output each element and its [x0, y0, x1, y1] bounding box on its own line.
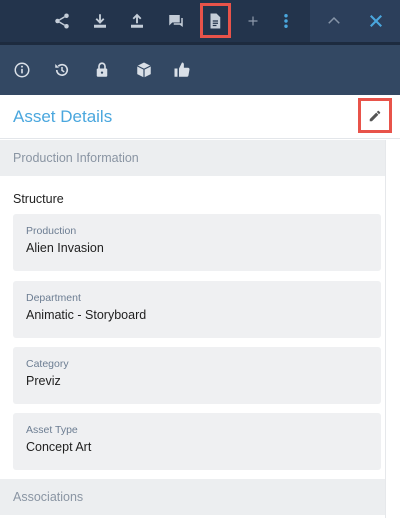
- thumbs-up-icon[interactable]: [172, 60, 192, 80]
- scrollbar-track[interactable]: [385, 140, 400, 518]
- field-production: Production Alien Invasion: [13, 214, 381, 271]
- field-department: Department Animatic - Storyboard: [13, 281, 381, 338]
- document-icon-highlight: [200, 3, 231, 38]
- lock-icon[interactable]: [92, 60, 112, 80]
- upload-icon[interactable]: [127, 11, 147, 31]
- info-icon[interactable]: [12, 60, 32, 80]
- field-value: Animatic - Storyboard: [26, 308, 147, 322]
- plus-icon[interactable]: [243, 11, 263, 31]
- pencil-icon: [369, 110, 381, 121]
- top-toolbar: [0, 0, 400, 45]
- field-asset-type: Asset Type Concept Art: [13, 413, 381, 470]
- field-category: Category Previz: [13, 347, 381, 404]
- page-title: Asset Details: [13, 107, 113, 126]
- package-icon[interactable]: [134, 60, 154, 80]
- section-production-information[interactable]: Production Information: [0, 140, 385, 176]
- structure-title: Structure: [13, 192, 64, 206]
- section-title: Associations: [13, 490, 84, 504]
- field-label: Production: [26, 225, 77, 237]
- download-icon[interactable]: [90, 11, 110, 31]
- field-label: Asset Type: [26, 424, 78, 436]
- share-icon[interactable]: [52, 11, 72, 31]
- section-title: Production Information: [13, 151, 139, 165]
- chevron-up-icon[interactable]: [324, 11, 344, 31]
- section-associations[interactable]: Associations: [0, 479, 385, 515]
- history-icon[interactable]: [52, 60, 72, 80]
- asset-icon-bar: [0, 45, 400, 95]
- field-value: Alien Invasion: [26, 241, 104, 255]
- edit-button[interactable]: [358, 98, 392, 133]
- field-label: Category: [26, 358, 69, 370]
- comment-icon[interactable]: [166, 11, 186, 31]
- field-value: Previz: [26, 374, 61, 388]
- asset-details-header: Asset Details: [0, 95, 400, 139]
- field-value: Concept Art: [26, 440, 92, 454]
- field-label: Department: [26, 292, 81, 304]
- close-icon[interactable]: [366, 11, 386, 31]
- more-vertical-icon[interactable]: [276, 11, 296, 31]
